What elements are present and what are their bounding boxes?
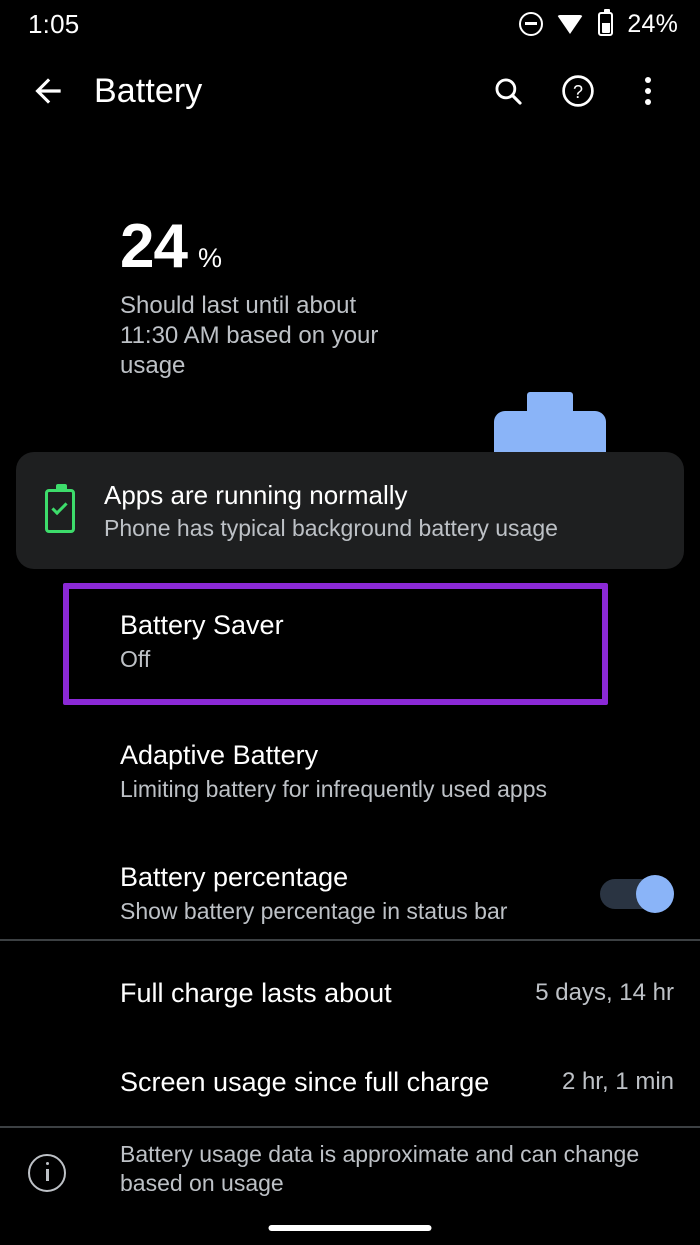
divider-bottom (0, 1126, 700, 1128)
battery-settings-screen: 1:05 24% Battery ? 24 % Should last unti… (0, 0, 700, 1245)
setting-row-battery-percentage[interactable]: Battery percentage Show battery percenta… (0, 848, 700, 938)
search-icon (495, 78, 522, 105)
adaptive-battery-subtitle: Limiting battery for infrequently used a… (120, 775, 548, 802)
checkmark-shape (51, 498, 68, 515)
help-icon: ? (562, 75, 594, 107)
back-button[interactable] (18, 61, 78, 121)
green-battery-shape (45, 483, 75, 533)
divider-top (0, 939, 700, 941)
status-bar-clock: 1:05 (28, 8, 80, 39)
status-bar-battery-percent: 24% (627, 9, 678, 38)
svg-text:?: ? (573, 82, 583, 102)
toggle-thumb (636, 875, 674, 913)
battery-percentage-texts: Battery percentage Show battery percenta… (120, 862, 507, 925)
app-status-subtitle: Phone has typical background battery usa… (104, 514, 558, 541)
status-bar-icons: 24% (519, 9, 678, 39)
battery-check-icon (16, 483, 104, 533)
info-row-screen-usage[interactable]: Screen usage since full charge 2 hr, 1 m… (0, 1037, 700, 1127)
adaptive-battery-texts: Adaptive Battery Limiting battery for in… (120, 740, 547, 803)
battery-saver-title: Battery Saver (120, 609, 284, 640)
battery-saver-subtitle: Off (120, 645, 151, 672)
info-icon (28, 1154, 66, 1192)
footer-note: Battery usage data is approximate and ca… (0, 1140, 700, 1220)
footer-note-text: Battery usage data is approximate and ca… (120, 1141, 640, 1196)
battery-saver-texts: Battery Saver Off (120, 610, 284, 673)
battery-percentage-toggle[interactable] (600, 875, 674, 913)
full-charge-value: 5 days, 14 hr (535, 979, 674, 1006)
overflow-menu-button[interactable] (622, 65, 674, 117)
battery-summary: 24 % Should last until about 11:30 AM ba… (0, 185, 700, 562)
app-status-card-text: Apps are running normally Phone has typi… (104, 480, 558, 542)
search-button[interactable] (482, 65, 534, 117)
app-status-title: Apps are running normally (104, 479, 408, 510)
status-bar: 1:05 24% (0, 0, 700, 48)
screen-usage-label: Screen usage since full charge (120, 1066, 490, 1097)
back-arrow-icon (35, 78, 61, 104)
app-status-card[interactable]: Apps are running normally Phone has typi… (16, 452, 684, 569)
info-row-full-charge[interactable]: Full charge lasts about 5 days, 14 hr (0, 948, 700, 1038)
screen-usage-value: 2 hr, 1 min (561, 1068, 674, 1095)
adaptive-battery-title: Adaptive Battery (120, 739, 319, 770)
page-title: Battery (94, 71, 203, 110)
battery-icon (598, 9, 614, 36)
help-button[interactable]: ? (552, 65, 604, 117)
battery-level-display: 24 % (120, 211, 222, 282)
setting-row-battery-saver[interactable]: Battery Saver Off (0, 596, 700, 686)
do-not-disturb-icon (519, 12, 544, 36)
overflow-menu-icon (645, 77, 651, 105)
app-bar-actions: ? (482, 65, 700, 117)
battery-percentage-title: Battery percentage (120, 861, 349, 892)
wifi-icon (557, 13, 584, 35)
battery-estimate-text: Should last until about 11:30 AM based o… (120, 292, 379, 379)
home-gesture-indicator[interactable] (268, 1225, 432, 1231)
app-bar: Battery ? (0, 56, 700, 126)
full-charge-label: Full charge lasts about (120, 977, 392, 1008)
battery-level-value: 24 (120, 212, 188, 281)
battery-level-percent-sign: % (197, 243, 222, 273)
battery-percentage-subtitle: Show battery percentage in status bar (120, 897, 508, 924)
setting-row-adaptive-battery[interactable]: Adaptive Battery Limiting battery for in… (0, 726, 700, 816)
